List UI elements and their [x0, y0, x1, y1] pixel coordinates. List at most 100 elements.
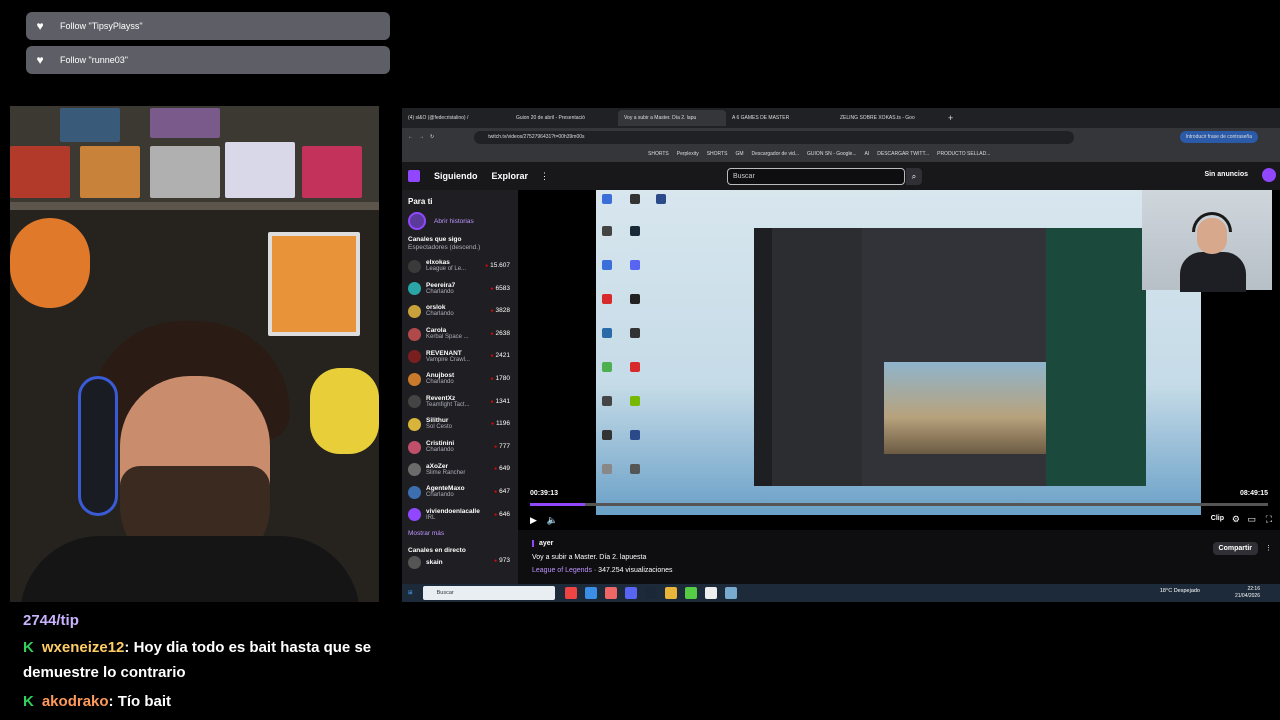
new-tab-icon[interactable]: + — [948, 113, 953, 123]
taskbar-search[interactable]: Buscar — [422, 586, 555, 600]
bookmark[interactable]: Perplexity — [677, 151, 699, 157]
channel-game: Kerbal Space ... — [426, 334, 469, 341]
channel-name: ReventXz — [426, 394, 456, 402]
twitch-sidebar: Para ti Abrir historias Canales que sigo… — [402, 190, 518, 590]
bookmark[interactable]: SHORTS — [648, 151, 669, 157]
channel-name: Cristinini — [426, 440, 455, 448]
sidebar-channel[interactable]: orslokCharlando 3828 — [402, 300, 518, 323]
tab-docs[interactable]: ZELING SOBRE XOKAS.ts - Goo — [834, 110, 942, 126]
channel-game: League of Le... — [426, 266, 467, 273]
no-ads-button[interactable]: Sin anuncios — [1204, 171, 1248, 178]
sidebar-channel[interactable]: CarolaKerbal Space ... 2638 — [402, 323, 518, 346]
play-icon[interactable]: ▶ — [530, 515, 537, 526]
chrome-icon[interactable] — [564, 587, 577, 599]
sidebar-channel[interactable]: AgenteMaxoCharlando 647 — [402, 481, 518, 504]
chrome-icon[interactable] — [604, 587, 617, 599]
sidebar-channel[interactable]: elxokasLeague of Le... 15.607 — [402, 255, 518, 278]
channel-name: REVENANT — [426, 349, 462, 357]
bookmark[interactable]: DESCARGAR TWITT... — [877, 151, 929, 157]
headset — [1192, 212, 1232, 232]
channel-avatar — [408, 417, 421, 431]
live-title: Canales en directo — [408, 547, 466, 555]
nav-explorar[interactable]: Explorar — [492, 171, 529, 181]
weather-widget[interactable]: 18°C Despejado — [1160, 588, 1200, 594]
bookmark[interactable]: Descargador de vid... — [752, 151, 800, 157]
volume-icon[interactable]: 🔈 — [547, 515, 558, 526]
bookmark[interactable]: SHORTS — [707, 151, 728, 157]
search-input[interactable]: Buscar — [727, 168, 905, 185]
show-more-link[interactable]: Mostrar más — [408, 530, 518, 537]
app-icon[interactable] — [684, 587, 697, 599]
channel-game: Charlando — [426, 379, 454, 386]
framed-card — [268, 232, 360, 336]
app-icon[interactable] — [724, 587, 737, 599]
desktop-icon — [630, 194, 640, 204]
desktop-icon — [602, 226, 612, 236]
twitch-logo-icon[interactable] — [408, 170, 420, 182]
discord-icon[interactable] — [624, 587, 637, 599]
channel-viewers: 1780 — [491, 375, 510, 382]
sidebar-channel[interactable]: aXoZerSlime Rancher 649 — [402, 458, 518, 481]
theatre-icon[interactable]: ▭ — [1247, 514, 1256, 525]
channel-avatar — [408, 555, 421, 569]
shirt — [1180, 252, 1246, 292]
progress-bar[interactable] — [530, 503, 1268, 506]
notion-icon[interactable] — [704, 587, 717, 599]
tab-youtube[interactable]: A 6 GAMES DE MASTER — [726, 110, 834, 126]
url-field[interactable]: twitch.tv/videos/2752796431?t=00h39m00s — [474, 130, 1075, 144]
channel-avatar — [408, 304, 421, 318]
discord-window-in-video — [754, 228, 1146, 486]
video-meta: League of Legends · 347.254 visualizacio… — [532, 567, 673, 574]
bookmark[interactable]: GM — [735, 151, 743, 157]
sidebar-channel[interactable]: viviendoenlacalleIRL 646 — [402, 504, 518, 527]
edge-icon[interactable] — [584, 587, 597, 599]
taskbar-clock[interactable]: 22:16 21/04/2026 — [1235, 586, 1260, 600]
search-icon[interactable]: ⌕ — [906, 168, 922, 185]
reload-icon[interactable]: ↻ — [430, 134, 434, 140]
kick-badge-icon: K — [23, 639, 34, 656]
bookmark[interactable]: GUION SN - Google... — [807, 151, 856, 157]
sidebar-channel[interactable]: CristininiCharlando 777 — [402, 436, 518, 459]
video-info: ayer Voy a subir a Master. Día 2. lapues… — [518, 538, 1280, 590]
channel-game: Charlando — [426, 492, 454, 499]
open-stories-link[interactable]: Abrir historias — [434, 218, 474, 225]
channel-name: viviendoenlacalle — [426, 507, 480, 515]
avatar[interactable] — [1262, 168, 1276, 182]
more-icon[interactable]: ⋮ — [540, 171, 549, 182]
folder-icon[interactable] — [664, 587, 677, 599]
windows-start-icon[interactable]: ⊞ — [408, 590, 413, 596]
bookmark[interactable]: AI — [865, 151, 870, 157]
channel-game: Slime Rancher — [426, 469, 466, 476]
sidebar-channel[interactable]: Peereira7Charlando 6583 — [402, 278, 518, 301]
live-channel[interactable]: skain 973 — [402, 554, 518, 570]
forward-icon[interactable]: → — [419, 134, 424, 140]
tab-twitter[interactable]: (4) sl&O (@fedecristalino) / — [402, 110, 510, 126]
game-link[interactable]: League of Legends — [532, 567, 592, 574]
player-controls: ▶ 🔈 Clip ⚙ ▭ ⛶ — [518, 510, 1280, 530]
stories-row[interactable]: Abrir historias — [408, 212, 518, 230]
sidebar-channel[interactable]: ReventXzTeamfight Tact... 1341 — [402, 391, 518, 414]
followed-sort[interactable]: Espectadores (descend.) — [408, 244, 518, 251]
sidebar-channel[interactable]: AnujbostCharlando 1780 — [402, 368, 518, 391]
bookmark[interactable]: PRODUCTO SELLAD... — [937, 151, 990, 157]
video-player[interactable]: 00:39:13 08:49:15 ▶ 🔈 Clip ⚙ ▭ ⛶ — [518, 190, 1280, 530]
tab-twitch-video[interactable]: Voy a subir a Master. Día 2. lapu — [618, 110, 726, 126]
discord-servers — [754, 228, 772, 486]
share-button[interactable]: Compartir — [1212, 542, 1258, 555]
channel-viewers: 2421 — [491, 352, 510, 359]
chat-username: akodrako — [41, 693, 109, 710]
more-icon[interactable]: ⋮ — [1265, 544, 1272, 552]
clip-button[interactable]: Clip — [1211, 515, 1224, 522]
nav-siguiendo[interactable]: Siguiendo — [434, 171, 478, 181]
chat-overlay: 2744/tip Kwxeneize12: Hoy dia todo es ba… — [10, 606, 390, 714]
channel-avatar — [408, 372, 421, 386]
sidebar-channel[interactable]: REVENANTVampire Crawl... 2421 — [402, 345, 518, 368]
collectible-box — [80, 146, 140, 198]
tab-guion[interactable]: Guion 20 de abril - Presentació — [510, 110, 618, 126]
back-icon[interactable]: ← — [408, 134, 413, 140]
fullscreen-icon[interactable]: ⛶ — [1266, 514, 1272, 525]
sidebar-channel[interactable]: SilithurSol Cesto 1196 — [402, 413, 518, 436]
steam-icon[interactable] — [644, 587, 657, 599]
settings-icon[interactable]: ⚙ — [1232, 514, 1240, 525]
password-button[interactable]: Introducir frase de contraseña — [1179, 131, 1258, 143]
